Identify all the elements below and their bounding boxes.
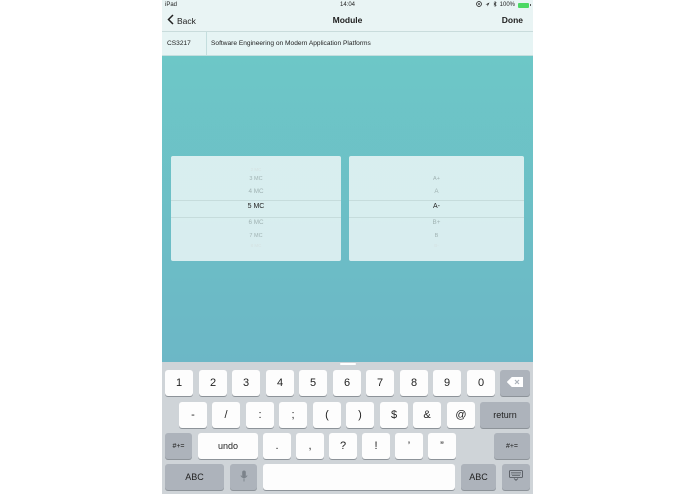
undo-key[interactable]: undo — [198, 433, 258, 459]
key-7[interactable]: 7 — [366, 370, 394, 396]
grade-picker-item[interactable]: B+ — [349, 219, 524, 226]
key-comma[interactable]: , — [296, 433, 324, 459]
mc-picker-item[interactable]: 7 MC — [171, 233, 341, 239]
key-dollar[interactable]: $ — [380, 402, 408, 428]
mc-picker-item[interactable]: 4 MC — [171, 188, 341, 195]
key-3[interactable]: 3 — [232, 370, 260, 396]
more-symbols-key-left[interactable]: #+= — [165, 433, 192, 459]
return-key[interactable]: return — [480, 402, 530, 428]
module-row[interactable]: CS3217 Software Engineering on Modern Ap… — [162, 32, 533, 56]
mc-picker-item[interactable]: 8 MC — [171, 243, 341, 248]
module-name: Software Engineering on Modern Applicati… — [211, 40, 371, 47]
grade-picker-item[interactable]: B- — [349, 243, 524, 248]
more-symbols-key-right[interactable]: #+= — [494, 433, 530, 459]
key-6[interactable]: 6 — [333, 370, 361, 396]
module-code: CS3217 — [167, 40, 191, 47]
keyboard: 1 2 3 4 5 6 7 8 9 0 - / : ; ( ) $ & @ re… — [162, 362, 533, 494]
rotation-lock-icon — [475, 1, 482, 9]
navigation-bar: Back Module Done — [162, 10, 533, 32]
dictation-key[interactable] — [230, 464, 257, 490]
bluetooth-icon — [493, 0, 497, 9]
grade-picker-item[interactable]: A+ — [349, 176, 524, 182]
key-slash[interactable]: / — [212, 402, 240, 428]
keyboard-dismiss-icon — [509, 470, 523, 484]
key-apostrophe[interactable]: ’ — [395, 433, 423, 459]
done-button[interactable]: Done — [502, 15, 523, 25]
key-close-paren[interactable]: ) — [346, 402, 374, 428]
key-open-paren[interactable]: ( — [313, 402, 341, 428]
status-bar: iPad 14:04 100% — [162, 0, 533, 10]
backspace-key[interactable] — [500, 370, 530, 396]
module-divider — [206, 32, 207, 55]
key-4[interactable]: 4 — [266, 370, 294, 396]
key-2[interactable]: 2 — [199, 370, 227, 396]
microphone-icon — [239, 470, 248, 485]
ipad-screen: iPad 14:04 100% Back Module Done CS3217 — [162, 0, 533, 494]
key-8[interactable]: 8 — [400, 370, 428, 396]
key-ampersand[interactable]: & — [413, 402, 441, 428]
dismiss-keyboard-key[interactable] — [502, 464, 530, 490]
location-icon — [485, 2, 490, 9]
grade-picker-item[interactable]: B — [349, 233, 524, 239]
mc-picker-item[interactable]: 2 MC — [171, 167, 341, 172]
grade-picker-item-selected[interactable]: A- — [349, 203, 524, 210]
key-5[interactable]: 5 — [299, 370, 327, 396]
abc-key-right[interactable]: ABC — [461, 464, 496, 490]
key-colon[interactable]: : — [246, 402, 274, 428]
page-title: Module — [332, 15, 363, 25]
status-right: 100% — [475, 0, 531, 9]
key-exclamation[interactable]: ! — [362, 433, 390, 459]
abc-key-left[interactable]: ABC — [165, 464, 224, 490]
mc-picker[interactable]: 2 MC 3 MC 4 MC 5 MC 6 MC 7 MC 8 MC — [171, 156, 341, 261]
key-1[interactable]: 1 — [165, 370, 193, 396]
mc-picker-item-selected[interactable]: 5 MC — [171, 203, 341, 210]
key-hyphen[interactable]: - — [179, 402, 207, 428]
mc-picker-item[interactable]: 6 MC — [171, 219, 341, 226]
key-at[interactable]: @ — [447, 402, 475, 428]
key-quote[interactable]: ” — [428, 433, 456, 459]
key-9[interactable]: 9 — [433, 370, 461, 396]
keyboard-handle[interactable] — [340, 363, 356, 365]
backspace-icon — [506, 376, 523, 390]
grade-picker-item[interactable]: A — [349, 188, 524, 195]
key-question[interactable]: ? — [329, 433, 357, 459]
battery-icon — [518, 2, 531, 8]
key-0[interactable]: 0 — [467, 370, 495, 396]
key-period[interactable]: . — [263, 433, 291, 459]
key-semicolon[interactable]: ; — [279, 402, 307, 428]
space-key[interactable] — [263, 464, 455, 490]
mc-picker-item[interactable]: 3 MC — [171, 176, 341, 182]
grade-picker[interactable]: A+ A A- B+ B B- — [349, 156, 524, 261]
battery-percent: 100% — [499, 2, 515, 8]
